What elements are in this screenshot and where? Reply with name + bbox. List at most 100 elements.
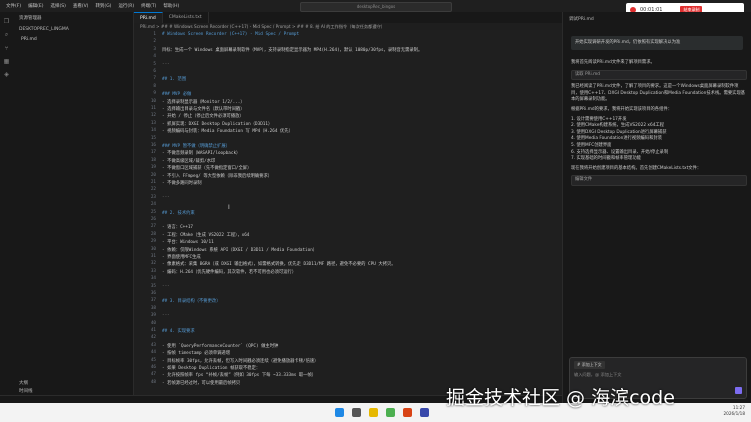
watermark: 掘金技术社区 @ 海滨code — [446, 387, 675, 409]
line-number: 33 — [150, 268, 156, 274]
step-item: 7. 实现基础的时间戳和帧率管理功能 — [571, 156, 641, 162]
step-item: 2. 使用CMake构建系统，生成VS2022 x64工程 — [571, 123, 665, 129]
line-number: 1 — [153, 32, 156, 37]
line-number: 47 — [150, 372, 156, 378]
line-number: 4 — [153, 54, 156, 60]
line-text: - 允许按照帧率 fps “补帧/丢帧”（例如 30fps 下每 ~33.333… — [162, 373, 317, 379]
search-taskbar-icon[interactable] — [352, 408, 361, 417]
line-text: - 平台：Windows 10/11 — [162, 240, 214, 246]
line-text: --- — [162, 61, 170, 67]
tool-call-read[interactable]: 读取 PRi.md — [571, 69, 747, 81]
outline-section[interactable]: 大纲 — [19, 380, 28, 386]
line-number: 44 — [150, 350, 156, 356]
line-text: - 不做多路同时录制 — [162, 181, 202, 186]
line-number: 34 — [150, 276, 156, 282]
search-icon[interactable]: ⌕ — [0, 31, 13, 39]
line-number: 19 — [150, 165, 156, 171]
vscode-icon[interactable] — [420, 408, 429, 417]
timeline-section[interactable]: 时间线 — [19, 388, 33, 394]
line-number: 15 — [150, 135, 156, 141]
line-text: - 编码：H.264（优先硬件编码，其次软件，若不可用也必须可运行） — [162, 269, 297, 275]
line-number: 46 — [150, 365, 156, 370]
menu-item[interactable]: 运行(R) — [118, 3, 134, 9]
explorer-icon[interactable]: ❐ — [0, 18, 13, 25]
ai-assistant-icon[interactable]: ◈ — [0, 71, 13, 78]
explorer-header: 资源管理器 — [19, 16, 42, 21]
send-icon[interactable] — [735, 387, 742, 394]
windows-start-icon[interactable] — [335, 408, 344, 417]
editor-tabs: PRi.md CMakeLists.txt — [134, 12, 562, 23]
ai-chat-panel: 调试PRi.md 开始实现调研开发的PRi.md，仍依照有实现解决以为准 我将首… — [562, 12, 751, 403]
line-text: - 开始 / 停止（停止后文件必须可播放） — [162, 114, 244, 120]
line-text: ## 2. 技术约束 — [162, 210, 195, 216]
line-text: - 语言：C++17 — [162, 225, 193, 231]
response-paragraph: 我将首先阅读PRi.md文件来了解项目需求。 — [571, 60, 655, 65]
extensions-icon[interactable]: ▦ — [0, 58, 13, 65]
menu-item[interactable]: 编辑(E) — [28, 3, 43, 9]
menu-item[interactable]: 查看(V) — [73, 3, 89, 9]
chrome-icon[interactable] — [386, 408, 395, 417]
line-text: - 像素格式：采集 BGRA（或 DXGI 输出格式），如需格式转换，优先走 D… — [162, 262, 396, 268]
command-search-input[interactable]: desktopRec_bingos — [300, 2, 452, 12]
response-paragraph: 根据PRi.md的要求，我将开始实现该项目的各组件： — [571, 106, 672, 112]
line-text: - 不做音频录制（WASAPI/loopback） — [162, 151, 241, 157]
menu-item[interactable]: 转到(G) — [95, 3, 111, 9]
line-text: - 不做窗口区域捕获（先不做指定窗口/全屏） — [162, 166, 252, 172]
line-text: ## 4. 实现要求 — [162, 329, 195, 334]
line-text: - 选择录制显示器（Monitor 1/2/...） — [162, 99, 245, 105]
chat-input-placeholder[interactable]: 输入问题，@ 添加上下文 — [574, 372, 621, 378]
step-list: 1. 设计需要使用C++17开发 2. 使用CMake构建系统，生成VS2022 … — [571, 117, 747, 163]
line-number: 42 — [150, 335, 156, 341]
chat-title: 调试PRi.md — [569, 17, 594, 22]
line-text: - 视频编码与封装：Media Foundation 写 MP4（H.264 优… — [162, 129, 293, 135]
line-number: 5 — [153, 61, 156, 67]
line-text: - 抓屏实现：DXGI Desktop Duplication（D3D11） — [162, 121, 273, 127]
line-number: 25 — [150, 209, 156, 215]
file-item-pri[interactable]: PRi.md — [13, 35, 133, 44]
line-number: 11 — [150, 106, 156, 111]
file-explorer-icon[interactable] — [369, 408, 378, 417]
line-number: 9 — [153, 91, 156, 97]
source-control-icon[interactable]: ⑂ — [0, 45, 13, 52]
menu-item[interactable]: 文件(F) — [6, 3, 21, 9]
line-number: 39 — [150, 313, 156, 319]
line-number: 22 — [150, 187, 156, 193]
line-number: 26 — [150, 217, 156, 222]
user-message: 开始实现调研开发的PRi.md，仍依照有实现解决以为准 — [571, 36, 743, 50]
line-text: --- — [162, 283, 170, 289]
line-number: 23 — [150, 194, 156, 200]
line-number: 35 — [150, 283, 156, 289]
menu-bar: 文件(F) 编辑(E) 选择(S) 查看(V) 转到(G) 运行(R) 终端(T) 帮助(H) — [0, 3, 179, 9]
activity-bar: ❐ ⌕ ⑂ ▦ ◈ — [0, 12, 13, 403]
folder-item[interactable]: DESKTOPREC_LINGMA — [13, 24, 133, 35]
app-icon[interactable] — [403, 408, 412, 417]
line-text: --- — [162, 194, 170, 200]
menu-item[interactable]: 选择(S) — [50, 3, 65, 9]
tab-pri-md[interactable]: PRi.md — [134, 12, 163, 23]
line-text: - 使用 `QueryPerformanceCounter` (QPC) 做主时… — [162, 343, 279, 349]
code-editor[interactable]: 1 # Windows Screen Recorder (C++17) - Mid… — [134, 30, 562, 403]
line-number: 31 — [150, 254, 156, 259]
tool-call-edit[interactable]: 编辑文件 — [571, 175, 747, 186]
line-text: - 工程：CMake（生成 VS2022 工程），x64 — [162, 232, 250, 238]
line-number: 24 — [150, 202, 156, 208]
menu-item[interactable]: 帮助(H) — [163, 3, 179, 9]
line-number: 20 — [150, 172, 156, 178]
clock-date: 2026/1/18 — [723, 411, 745, 416]
response-paragraph: 现在我将开始创建项目的基本结构。首先创建CMakeLists.txt文件： — [571, 165, 702, 171]
line-number: 16 — [150, 143, 156, 148]
line-number: 30 — [150, 246, 156, 252]
line-number: 13 — [150, 120, 156, 126]
line-number: 43 — [150, 342, 156, 348]
menu-item[interactable]: 终端(T) — [141, 3, 156, 9]
system-clock[interactable]: 11:27 2026/1/18 — [724, 405, 745, 417]
line-text: - 按帧 timestamp 必须单调递增 — [162, 351, 231, 357]
line-number: 28 — [150, 231, 156, 237]
line-text: - 界面使用MFC生成 — [162, 255, 201, 260]
tab-cmakelists[interactable]: CMakeLists.txt — [162, 12, 209, 23]
line-text: --- — [162, 313, 170, 319]
add-context-button[interactable]: # 添加上下文 — [574, 361, 605, 369]
line-number: 27 — [150, 224, 156, 230]
step-item: 5. 使用MFC创建界面 — [571, 142, 612, 148]
line-text: - 依赖：仅限Windows 系统 API（DXGI / D3D11 / Med… — [162, 247, 318, 253]
